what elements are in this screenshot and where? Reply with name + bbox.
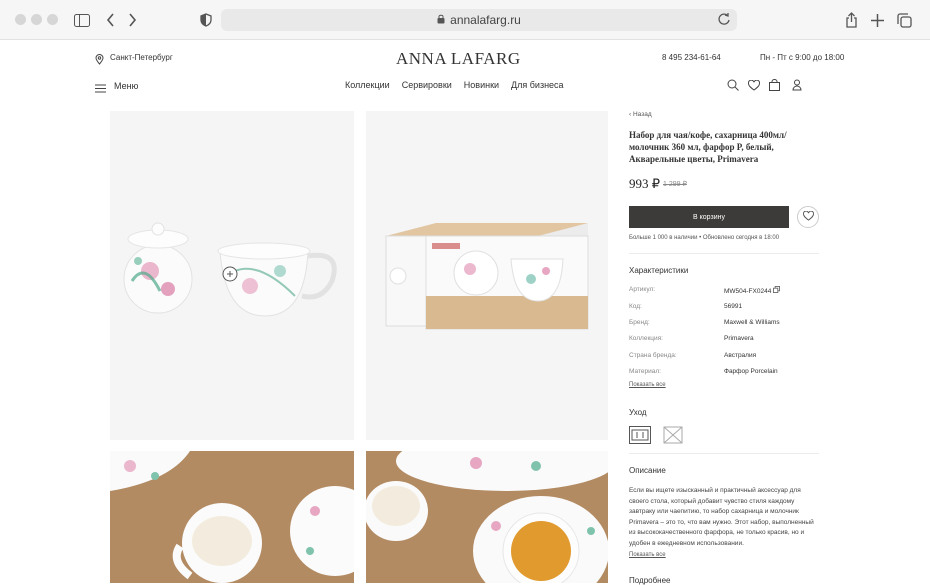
hamburger-icon[interactable] xyxy=(95,80,109,94)
copy-icon[interactable] xyxy=(773,286,781,295)
favorites-icon[interactable] xyxy=(747,78,762,92)
creamer-lifestyle-image xyxy=(110,451,354,583)
nav-item-business[interactable]: Для бизнеса xyxy=(511,80,564,90)
city-selector[interactable]: Санкт-Петербург xyxy=(110,53,173,62)
care-heading: Уход xyxy=(629,408,647,417)
share-icon[interactable] xyxy=(842,11,860,29)
show-all-description-link[interactable]: Показать все xyxy=(629,552,666,558)
back-arrow-icon[interactable] xyxy=(101,11,119,29)
phone-number[interactable]: 8 495 234-61-64 xyxy=(662,53,721,62)
tea-cup-lifestyle-image xyxy=(366,451,608,583)
product-title: Набор для чая/кофе, сахарница 400мл/ мол… xyxy=(629,130,787,164)
reload-icon[interactable] xyxy=(717,12,731,29)
add-to-favorites-button[interactable] xyxy=(797,206,819,228)
sugar-bowl-creamer-image xyxy=(123,222,337,317)
sku-value: MW504-FX0244 xyxy=(724,288,772,295)
working-hours: Пн - Пт с 9:00 до 18:00 xyxy=(760,53,845,62)
back-link-label: Назад xyxy=(632,111,652,118)
new-tab-icon[interactable] xyxy=(868,11,886,29)
heart-icon xyxy=(802,210,814,224)
char-value-country: Австралия xyxy=(724,352,757,359)
search-icon[interactable] xyxy=(727,78,741,92)
window-minimize-button[interactable] xyxy=(31,14,42,25)
char-key-country: Страна бренда: xyxy=(629,352,677,359)
window-zoom-button[interactable] xyxy=(47,14,58,25)
char-key-code: Код: xyxy=(629,303,642,310)
sidebar-icon[interactable] xyxy=(73,11,91,29)
divider xyxy=(629,253,819,254)
product-photo-lifestyle-2[interactable] xyxy=(366,451,608,583)
nav-item-collections[interactable]: Коллекции xyxy=(345,80,390,90)
lock-icon xyxy=(437,13,445,27)
account-icon[interactable] xyxy=(792,78,806,92)
cart-icon[interactable] xyxy=(769,78,783,92)
shield-icon[interactable] xyxy=(197,11,215,29)
dishwasher-safe-icon xyxy=(629,426,651,444)
address-text: annalafarg.ru xyxy=(450,13,521,27)
forward-arrow-icon[interactable] xyxy=(123,11,141,29)
description-text: Если вы ищете изысканный и практичный ак… xyxy=(629,487,814,547)
menu-button[interactable]: Меню xyxy=(114,81,138,91)
char-key-material: Материал: xyxy=(629,368,661,375)
main-nav: Коллекции Сервировки Новинки Для бизнеса xyxy=(345,80,564,90)
add-to-cart-button[interactable]: В корзину xyxy=(629,206,789,228)
char-value-collection[interactable]: Primavera xyxy=(724,335,754,342)
tab-overview-icon[interactable] xyxy=(895,11,913,29)
product-photo-lifestyle-1[interactable] xyxy=(110,451,354,583)
address-bar[interactable]: annalafarg.ru xyxy=(221,9,737,31)
gift-box-image xyxy=(385,223,589,330)
nav-item-new[interactable]: Новинки xyxy=(464,80,499,90)
location-pin-icon[interactable] xyxy=(95,52,105,65)
nav-item-table-settings[interactable]: Сервировки xyxy=(402,80,452,90)
browser-toolbar: annalafarg.ru xyxy=(0,0,930,40)
show-all-characteristics-link[interactable]: Показать все xyxy=(629,382,666,388)
availability-status: Больше 1 000 в наличии • Обновлено сегод… xyxy=(629,235,780,241)
back-link[interactable]: ‹ Назад xyxy=(629,111,652,118)
char-value-code: 56991 xyxy=(724,303,743,310)
product-old-price: 1 299 ₽ xyxy=(663,181,687,188)
char-key-brand: Бренд: xyxy=(629,319,650,326)
site-page: Санкт-Петербург ANNA LAFARG 8 495 234-61… xyxy=(0,41,930,585)
window-close-button[interactable] xyxy=(15,14,26,25)
char-value-material: Фарфор Porcelain xyxy=(724,368,778,375)
divider xyxy=(629,453,819,454)
char-value-sku: MW504-FX0244 xyxy=(724,286,781,295)
char-key-sku: Артикул: xyxy=(629,286,656,293)
product-price: 993 ₽ xyxy=(629,176,661,191)
description-heading: Описание xyxy=(629,466,666,475)
site-logo[interactable]: ANNA LAFARG xyxy=(396,49,521,69)
char-value-brand[interactable]: Maxwell & Williams xyxy=(724,319,780,326)
char-key-collection: Коллекция: xyxy=(629,335,663,342)
no-microwave-icon xyxy=(663,426,684,444)
product-photo-box[interactable] xyxy=(366,111,608,440)
product-photo-main[interactable] xyxy=(110,111,354,440)
characteristics-heading: Характеристики xyxy=(629,266,689,275)
details-accordion[interactable]: Подробнее xyxy=(629,576,671,585)
